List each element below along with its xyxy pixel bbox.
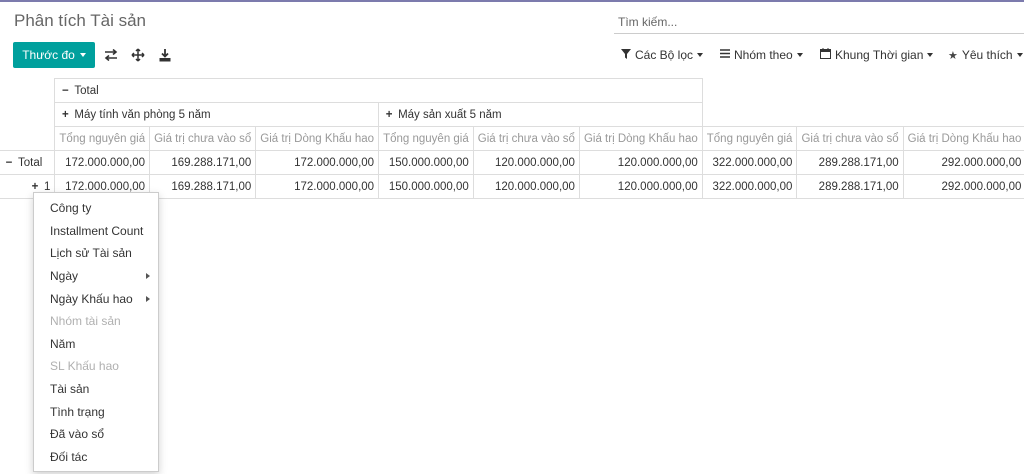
menu-item-partner[interactable]: Đối tác — [34, 446, 158, 469]
pivot-cell[interactable]: 169.288.171,00 — [149, 174, 257, 199]
col-header-group-label: Máy tính văn phòng 5 năm — [74, 108, 211, 121]
top-accent-line — [0, 0, 1024, 2]
pivot-cell[interactable]: 322.000.000,00 — [701, 150, 798, 175]
group-by-dropdown[interactable]: Nhóm theo — [720, 47, 803, 63]
measure-header[interactable]: Giá trị chưa vào sổ — [796, 126, 904, 151]
measure-header[interactable]: Giá trị Dòng Khấu hao — [578, 126, 703, 151]
caret-down-icon — [796, 53, 803, 57]
menu-item-depreciation-count: SL Khấu hao — [34, 355, 158, 378]
measure-header[interactable]: Tổng nguyên giá — [54, 126, 151, 151]
favorites-label: Yêu thích — [961, 48, 1013, 62]
row-header-label: 1 — [44, 180, 51, 193]
filter-icon — [621, 48, 631, 62]
measure-header[interactable]: Giá trị Dòng Khấu hao — [255, 126, 380, 151]
pivot-cell[interactable]: 150.000.000,00 — [378, 150, 474, 175]
menu-item-label: Tình trạng — [50, 404, 105, 419]
time-range-dropdown[interactable]: Khung Thời gian — [820, 47, 934, 63]
measure-header[interactable]: Giá trị chưa vào sổ — [149, 126, 257, 151]
caret-down-icon — [79, 53, 86, 57]
menu-item-label: Ngày — [50, 269, 79, 284]
caret-down-icon — [1016, 53, 1023, 57]
menu-item-company[interactable]: Công ty — [34, 197, 158, 220]
pivot-cell[interactable]: 292.000.000,00 — [902, 150, 1024, 175]
filters-label: Các Bộ lọc — [635, 48, 694, 62]
measures-button-label: Thước đo — [22, 48, 75, 62]
pivot-cell[interactable]: 292.000.000,00 — [902, 174, 1024, 199]
pivot-cell[interactable]: 172.000.000,00 — [54, 150, 151, 175]
pivot-cell[interactable]: 322.000.000,00 — [701, 174, 798, 199]
search-bar[interactable] — [614, 12, 1024, 34]
menu-item-label: Ngày Khấu hao — [50, 291, 133, 306]
col-header-total[interactable]: − Total — [54, 78, 703, 103]
menu-item-posted[interactable]: Đã vào sổ — [34, 423, 158, 446]
menu-item-status[interactable]: Tình trạng — [34, 400, 158, 423]
chevron-right-icon — [146, 295, 150, 302]
caret-down-icon — [927, 53, 934, 57]
page-title: Phân tích Tài sản — [14, 11, 146, 30]
pivot-cell[interactable]: 289.288.171,00 — [796, 174, 904, 199]
expand-icon: + — [385, 108, 393, 121]
row-header-label: Total — [18, 156, 43, 169]
pivot-cell[interactable]: 150.000.000,00 — [378, 174, 474, 199]
swap-axes-icon[interactable] — [103, 47, 119, 63]
expand-icon: + — [31, 180, 39, 193]
menu-item-label: Năm — [50, 336, 76, 351]
collapse-icon: − — [5, 156, 13, 169]
col-header-group[interactable]: + Máy sản xuất 5 năm — [378, 102, 703, 127]
time-range-label: Khung Thời gian — [835, 48, 924, 62]
group-by-label: Nhóm theo — [734, 48, 793, 62]
menu-item-asset[interactable]: Tài sản — [34, 378, 158, 401]
pivot-cell[interactable]: 172.000.000,00 — [255, 150, 380, 175]
menu-item-asset-history[interactable]: Lịch sử Tài sản — [34, 242, 158, 265]
pivot-cell[interactable]: 120.000.000,00 — [578, 150, 703, 175]
measure-header[interactable]: Giá trị Dòng Khấu hao — [902, 126, 1024, 151]
search-input[interactable] — [614, 12, 1024, 32]
menu-item-depreciation-date[interactable]: Ngày Khấu hao — [34, 287, 158, 310]
menu-item-label: Đối tác — [50, 449, 88, 464]
expand-all-icon[interactable] — [130, 47, 146, 63]
download-icon[interactable] — [157, 47, 173, 63]
menu-item-label: Lịch sử Tài sản — [50, 246, 132, 261]
collapse-icon: − — [62, 84, 69, 97]
menu-item-label: Installment Count — [50, 223, 144, 238]
chevron-right-icon — [146, 273, 150, 280]
menu-item-year[interactable]: Năm — [34, 333, 158, 356]
groupby-dropdown-menu: Công ty Installment Count Lịch sử Tài sả… — [33, 192, 159, 472]
col-header-group-label: Máy sản xuất 5 năm — [398, 108, 502, 121]
measure-header[interactable]: Tổng nguyên giá — [378, 126, 474, 151]
pivot-cell[interactable]: 169.288.171,00 — [149, 150, 257, 175]
pivot-cell[interactable]: 120.000.000,00 — [472, 174, 580, 199]
total-col-spacer — [701, 78, 1024, 127]
menu-item-label: Nhóm tài sản — [50, 314, 121, 329]
filters-dropdown[interactable]: Các Bộ lọc — [621, 47, 704, 63]
calendar-icon — [820, 48, 831, 62]
menu-item-date[interactable]: Ngày — [34, 265, 158, 288]
measures-button[interactable]: Thước đo — [13, 42, 95, 68]
col-header-group[interactable]: + Máy tính văn phòng 5 năm — [54, 102, 380, 127]
list-icon — [720, 49, 730, 61]
menu-item-label: Đã vào sổ — [50, 427, 105, 442]
pivot-cell[interactable]: 172.000.000,00 — [255, 174, 380, 199]
menu-item-asset-category: Nhóm tài sản — [34, 310, 158, 333]
row-header-total[interactable]: − Total — [0, 150, 56, 175]
pivot-cell[interactable]: 120.000.000,00 — [578, 174, 703, 199]
pivot-cell[interactable]: 120.000.000,00 — [472, 150, 580, 175]
measure-header[interactable]: Tổng nguyên giá — [701, 126, 798, 151]
measure-header[interactable]: Giá trị chưa vào sổ — [472, 126, 580, 151]
menu-item-label: Công ty — [50, 201, 92, 216]
table-row: − Total 172.000.000,00 169.288.171,00 172… — [0, 150, 1024, 175]
pivot-table: − Total + Máy tính văn phòng 5 năm + Máy sả… — [0, 78, 1024, 199]
expand-icon: + — [62, 108, 69, 121]
col-header-total-label: Total — [74, 84, 99, 97]
pivot-cell[interactable]: 289.288.171,00 — [796, 150, 904, 175]
favorites-dropdown[interactable]: ★ Yêu thích — [948, 47, 1023, 63]
star-icon: ★ — [948, 49, 958, 62]
menu-item-label: Tài sản — [50, 382, 90, 397]
caret-down-icon — [697, 53, 704, 57]
pivot-corner — [0, 78, 56, 151]
menu-item-installment-count[interactable]: Installment Count — [34, 220, 158, 243]
menu-item-label: SL Khấu hao — [50, 359, 119, 374]
